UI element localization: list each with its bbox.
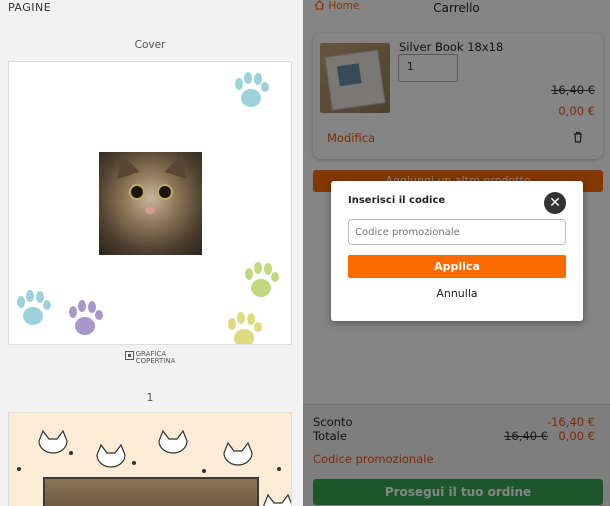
promo-code-dialog: Inserisci il codice ✕ Applica Annulla: [331, 181, 583, 321]
page-number-label: 1: [146, 392, 154, 404]
grafica-copertina-button[interactable]: GRAFICA COPERTINA: [0, 351, 300, 365]
cancel-button[interactable]: Annulla: [348, 287, 566, 300]
close-icon[interactable]: ✕: [544, 192, 566, 214]
page-1-photo[interactable]: [43, 477, 259, 506]
cover-graphics-icon: [124, 351, 134, 360]
promo-code-input[interactable]: [348, 219, 566, 245]
cover-cat-photo[interactable]: [99, 152, 202, 255]
apply-button[interactable]: Applica: [348, 255, 566, 278]
paw-print-icon: [17, 290, 51, 325]
paw-print-icon: [245, 262, 279, 297]
cover-page-thumbnail[interactable]: [8, 61, 292, 345]
cover-label: Cover: [134, 39, 166, 51]
pages-title: PAGINE: [8, 1, 52, 14]
grafica-label-line2: COPERTINA: [135, 357, 176, 365]
paw-print-icon: [228, 312, 262, 344]
paw-print-icon: [69, 300, 103, 335]
dialog-title: Inserisci il codice: [348, 195, 446, 206]
page-1-thumbnail[interactable]: [8, 412, 292, 506]
paw-print-icon: [235, 72, 269, 107]
pages-panel: PAGINE Cover GRAFICA COPERTINA 1: [0, 0, 303, 506]
